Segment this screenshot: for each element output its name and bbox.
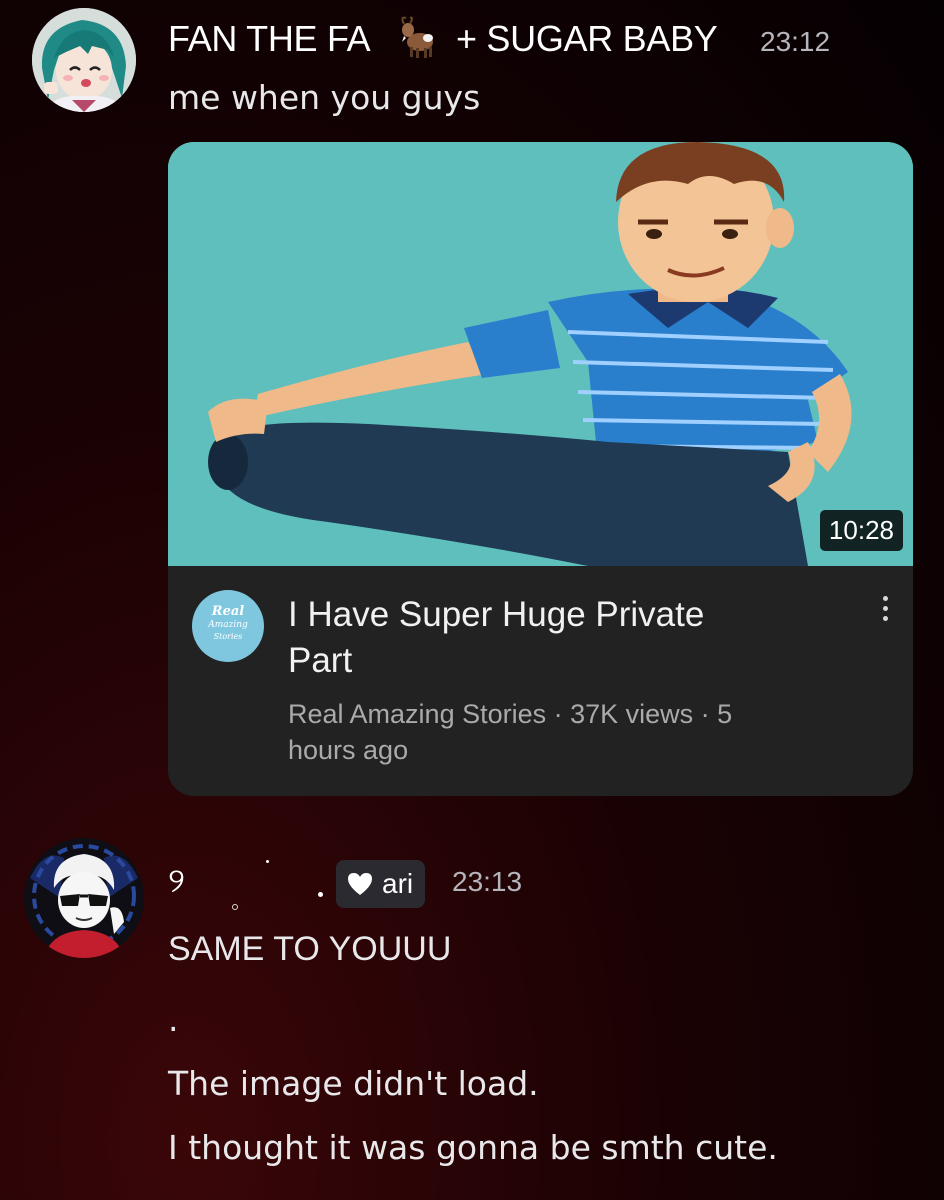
role-label: ari <box>382 868 414 899</box>
message-text-2: SAME TO YOUUU <box>168 930 452 968</box>
user-avatar-2[interactable] <box>24 838 144 958</box>
role-badge[interactable]: ari <box>336 860 426 908</box>
message-2: ୨ ari 23:13 SAME TO YOUUU . The image di… <box>0 0 944 1200</box>
timestamp-2: 23:13 <box>452 866 523 897</box>
message-line-2: I thought it was gonna be smth cute. <box>168 1128 778 1167</box>
heart-icon <box>348 873 372 895</box>
message-line-1: The image didn't load. <box>168 1064 539 1103</box>
username-2[interactable]: ୨ <box>168 862 185 901</box>
decorative-dot-1 <box>266 860 269 863</box>
decorative-dot-2 <box>232 904 238 910</box>
message-line-dot: . <box>168 1000 179 1039</box>
sunglasses-character-avatar <box>24 838 144 958</box>
decorative-dot-3 <box>318 892 323 897</box>
